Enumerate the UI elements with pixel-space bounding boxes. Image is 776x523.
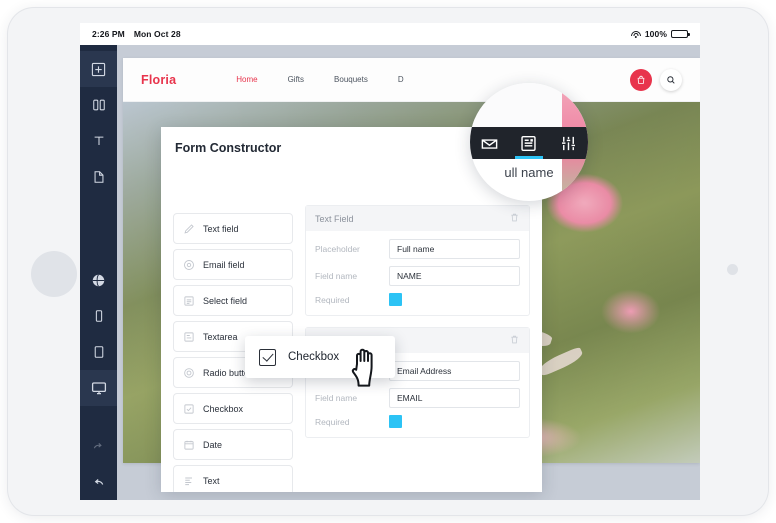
editor-sidebar — [80, 45, 117, 500]
home-button[interactable] — [31, 251, 77, 297]
website-builder-app: Floria Home Gifts Bouquets D Form Constr… — [80, 45, 700, 500]
sidebar-item-desktop-view[interactable] — [80, 370, 117, 406]
drag-ghost-label: Checkbox — [288, 351, 340, 363]
sidebar-item-undo[interactable] — [80, 464, 117, 500]
form-card-title: Text Field — [315, 213, 354, 224]
sidebar-item-add-block[interactable] — [80, 51, 117, 87]
nav-item-home[interactable]: Home — [236, 75, 257, 84]
site-header: Floria Home Gifts Bouquets D — [123, 58, 700, 102]
form-label: Required — [315, 416, 350, 427]
grab-hand-cursor-icon — [349, 342, 387, 393]
loupe-tab-envelope[interactable] — [470, 127, 509, 159]
text-lines-icon — [183, 475, 195, 487]
ios-status-bar: 2:26 PM Mon Oct 28 100% — [80, 23, 700, 45]
battery-percent: 100% — [644, 29, 667, 39]
palette-item-label: Email field — [203, 259, 245, 270]
palette-item-label: Checkbox — [203, 403, 244, 414]
site-logo[interactable]: Floria — [141, 73, 176, 87]
checkbox-icon — [183, 403, 195, 415]
status-bar-left: 2:26 PM Mon Oct 28 — [92, 29, 181, 39]
nav-item-delivery[interactable]: D — [398, 75, 404, 84]
site-nav: Home Gifts Bouquets D — [236, 75, 403, 84]
palette-item-text-field[interactable]: Text field — [173, 213, 293, 244]
checkbox-checked-icon — [259, 348, 276, 366]
battery-icon — [671, 30, 690, 38]
calendar-icon — [183, 439, 195, 451]
loupe-toolbar — [470, 127, 588, 159]
sidebar-item-globe-publish[interactable] — [80, 262, 117, 298]
form-card-body: Placeholder Full name Field name NAME Re… — [306, 231, 529, 315]
palette-item-select-field[interactable]: Select field — [173, 285, 293, 316]
palette-item-label: Textarea — [203, 331, 238, 342]
palette-item-label: Date — [203, 439, 223, 450]
status-bar-right: 100% — [630, 29, 690, 39]
magnifier-loupe: ull name — [470, 83, 588, 201]
placeholder-input[interactable]: Email Address — [389, 361, 520, 381]
loupe-caption: ull name — [504, 165, 554, 180]
sidebar-item-columns[interactable] — [80, 87, 117, 123]
loupe-tab-settings[interactable] — [549, 127, 588, 159]
sidebar-item-page-tool[interactable] — [80, 159, 117, 195]
loupe-tab-form[interactable] — [509, 127, 548, 159]
front-camera — [727, 264, 738, 275]
palette-item-label: Text — [203, 475, 220, 486]
form-label: Field name — [315, 271, 358, 281]
placeholder-input[interactable]: Full name — [389, 239, 520, 259]
form-card-header: Text Field — [306, 206, 529, 231]
form-label: Field name — [315, 393, 358, 403]
trash-icon[interactable] — [509, 334, 520, 347]
form-card-text-field: Text Field Placeholder Full name Field n… — [305, 205, 530, 316]
status-time: 2:26 PM — [92, 29, 125, 39]
required-checkbox[interactable] — [389, 293, 402, 306]
field-name-input[interactable]: EMAIL — [389, 388, 520, 408]
sidebar-item-mobile-view[interactable] — [80, 298, 117, 334]
page-title: Form Constructor — [175, 141, 282, 155]
sidebar-item-redo[interactable] — [80, 428, 117, 464]
pencil-icon — [183, 223, 195, 235]
palette-item-label: Select field — [203, 295, 248, 306]
palette-item-label: Text field — [203, 223, 239, 234]
form-row-field-name: Field name NAME — [315, 266, 520, 286]
sidebar-item-text-tool[interactable] — [80, 123, 117, 159]
at-sign-icon — [183, 259, 195, 271]
nav-item-gifts[interactable]: Gifts — [288, 75, 304, 84]
palette-item-date[interactable]: Date — [173, 429, 293, 460]
search-icon[interactable] — [660, 68, 682, 91]
form-row-required: Required — [315, 293, 520, 306]
trash-icon[interactable] — [509, 212, 520, 225]
tablet-screen: 2:26 PM Mon Oct 28 100% Floria Home Gift… — [80, 23, 700, 500]
form-row-required: Required — [315, 415, 520, 428]
palette-item-email-field[interactable]: Email field — [173, 249, 293, 280]
form-label: Required — [315, 294, 350, 305]
palette-item-checkbox[interactable]: Checkbox — [173, 393, 293, 424]
status-date: Mon Oct 28 — [133, 29, 181, 39]
field-name-input[interactable]: NAME — [389, 266, 520, 286]
form-preview-list: Text Field Placeholder Full name Field n… — [305, 205, 530, 449]
shopping-bag-icon[interactable] — [630, 68, 652, 91]
radio-circle-icon — [183, 367, 195, 379]
nav-item-bouquets[interactable]: Bouquets — [334, 75, 368, 84]
site-preview-canvas: Floria Home Gifts Bouquets D Form Constr… — [117, 45, 700, 500]
form-label: Placeholder — [315, 244, 360, 254]
palette-item-text[interactable]: Text — [173, 465, 293, 492]
wifi-icon — [630, 30, 641, 38]
required-checkbox[interactable] — [389, 415, 402, 428]
textarea-icon — [183, 331, 195, 343]
sidebar-item-tablet-view[interactable] — [80, 334, 117, 370]
tablet-frame: 2:26 PM Mon Oct 28 100% Floria Home Gift… — [8, 8, 768, 515]
site-header-actions — [630, 68, 682, 91]
select-list-icon — [183, 295, 195, 307]
form-row-field-name: Field name EMAIL — [315, 388, 520, 408]
form-row-placeholder: Placeholder Full name — [315, 239, 520, 259]
